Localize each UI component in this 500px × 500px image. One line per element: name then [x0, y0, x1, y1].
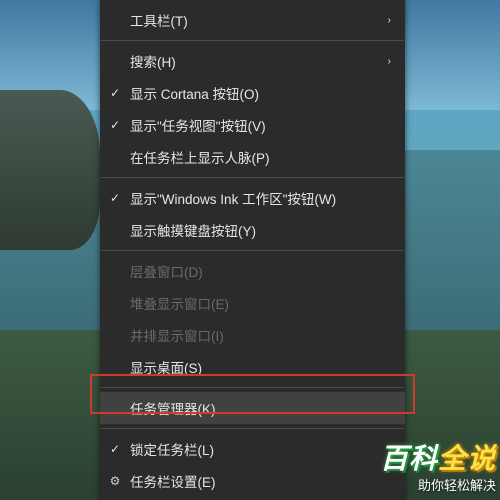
separator	[101, 250, 404, 251]
menu-item-side-by-side: 并排显示窗口(I)	[100, 319, 405, 351]
menu-item-task-manager[interactable]: 任务管理器(K)	[100, 392, 405, 424]
menu-label: 堆叠显示窗口(E)	[130, 293, 391, 313]
watermark: 百科全说 助你轻松解决	[380, 437, 496, 494]
separator	[101, 428, 404, 429]
menu-item-cascade-windows: 层叠窗口(D)	[100, 255, 405, 287]
menu-label: 任务管理器(K)	[130, 398, 391, 418]
menu-item-show-people[interactable]: 在任务栏上显示人脉(P)	[100, 141, 405, 173]
check-icon	[100, 442, 130, 456]
menu-item-toolbars[interactable]: 工具栏(T) ›	[100, 4, 405, 36]
check-icon	[100, 191, 130, 205]
menu-item-show-taskview[interactable]: 显示"任务视图"按钮(V)	[100, 109, 405, 141]
menu-label: 任务栏设置(E)	[130, 471, 391, 491]
taskbar-context-menu: 工具栏(T) › 搜索(H) › 显示 Cortana 按钮(O) 显示"任务视…	[100, 0, 405, 500]
menu-label: 显示触摸键盘按钮(Y)	[130, 220, 391, 240]
menu-item-taskbar-settings[interactable]: 任务栏设置(E)	[100, 465, 405, 497]
menu-label: 层叠窗口(D)	[130, 261, 391, 281]
menu-label: 显示 Cortana 按钮(O)	[130, 83, 391, 103]
menu-item-lock-taskbar[interactable]: 锁定任务栏(L)	[100, 433, 405, 465]
gear-icon	[100, 474, 130, 488]
watermark-text-b: 全说	[438, 443, 496, 474]
menu-label: 工具栏(T)	[130, 10, 377, 30]
chevron-right-icon: ›	[377, 56, 391, 67]
menu-label: 显示"Windows Ink 工作区"按钮(W)	[130, 188, 391, 208]
menu-label: 锁定任务栏(L)	[130, 439, 391, 459]
separator	[101, 177, 404, 178]
menu-item-search[interactable]: 搜索(H) ›	[100, 45, 405, 77]
menu-label: 显示"任务视图"按钮(V)	[130, 115, 391, 135]
menu-item-show-cortana[interactable]: 显示 Cortana 按钮(O)	[100, 77, 405, 109]
separator	[101, 40, 404, 41]
menu-item-show-windows-ink[interactable]: 显示"Windows Ink 工作区"按钮(W)	[100, 182, 405, 214]
menu-item-stack-windows: 堆叠显示窗口(E)	[100, 287, 405, 319]
menu-label: 并排显示窗口(I)	[130, 325, 391, 345]
menu-label: 显示桌面(S)	[130, 357, 391, 377]
chevron-right-icon: ›	[377, 15, 391, 26]
menu-label: 在任务栏上显示人脉(P)	[130, 147, 391, 167]
check-icon	[100, 86, 130, 100]
menu-label: 搜索(H)	[130, 51, 377, 71]
menu-item-show-touch-keyboard[interactable]: 显示触摸键盘按钮(Y)	[100, 214, 405, 246]
separator	[101, 387, 404, 388]
menu-item-show-desktop[interactable]: 显示桌面(S)	[100, 351, 405, 383]
watermark-text-a: 百科	[380, 443, 438, 474]
check-icon	[100, 118, 130, 132]
watermark-title: 百科全说	[380, 437, 496, 477]
watermark-subtitle: 助你轻松解决	[380, 475, 496, 494]
